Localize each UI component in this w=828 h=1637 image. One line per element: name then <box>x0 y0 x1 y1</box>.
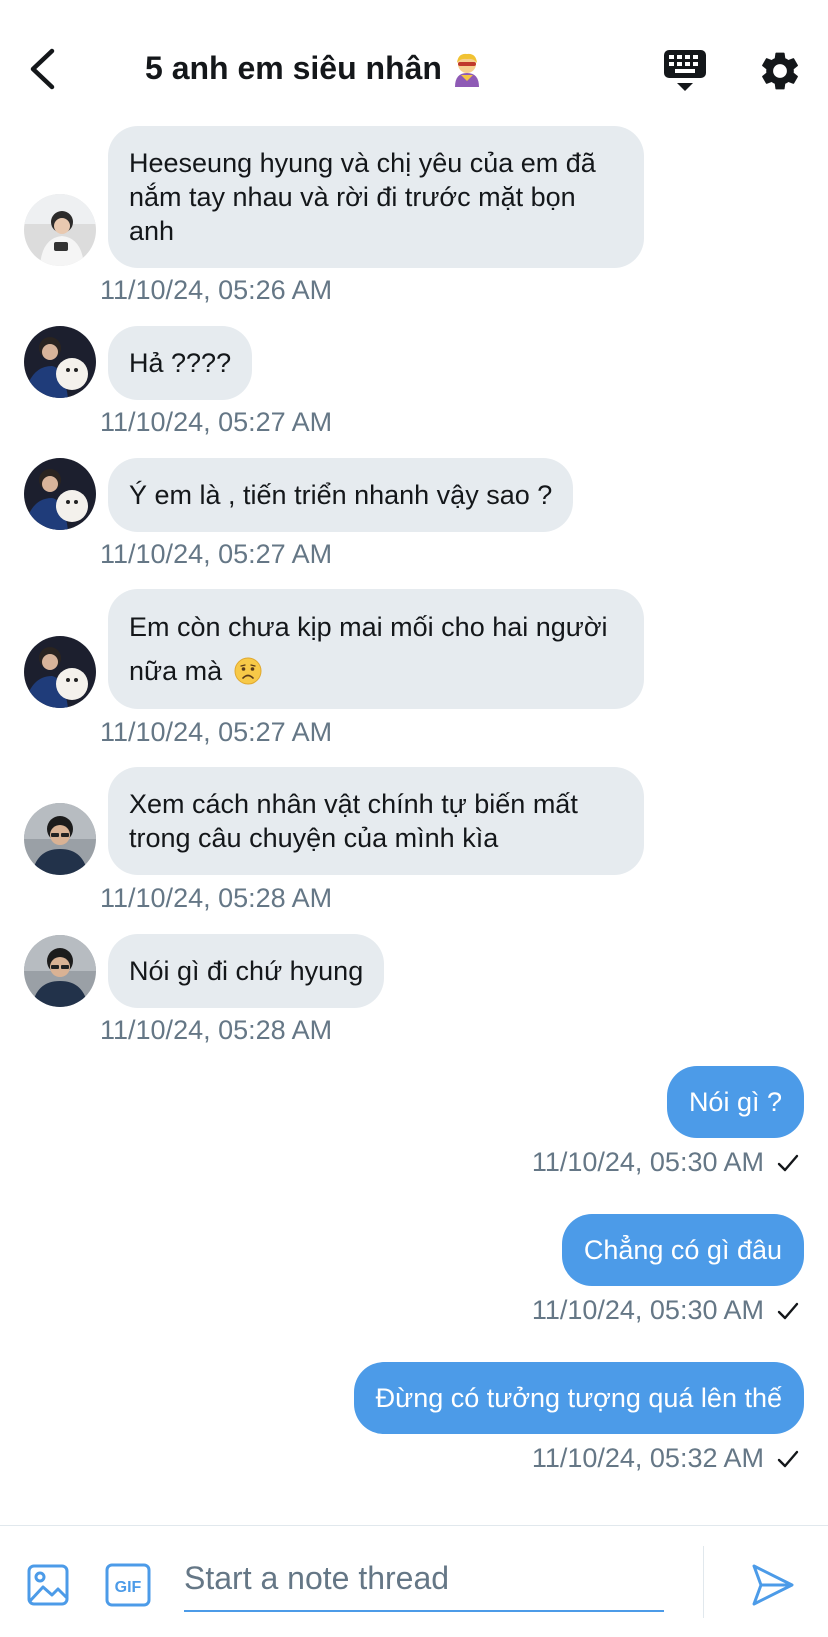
message-bubble[interactable]: Xem cách nhân vật chính tự biến mất tron… <box>108 767 644 875</box>
message-bubble[interactable]: Ý em là , tiến triển nhanh vậy sao ? <box>108 458 574 532</box>
composer-divider <box>703 1546 704 1618</box>
message-bubble-outgoing[interactable]: Chẳng có gì đâu <box>561 1214 804 1286</box>
message-timestamp: 11/10/24, 05:27 AM <box>100 407 333 437</box>
message-bubble[interactable]: Hả ???? <box>108 326 253 400</box>
avatar-2-image <box>24 458 96 530</box>
keyboard-hide-icon <box>664 50 706 91</box>
message-timestamp: 11/10/24, 05:30 AM <box>531 1147 764 1177</box>
avatar-2[interactable] <box>24 458 96 530</box>
message-timestamp: 11/10/24, 05:26 AM <box>100 275 333 305</box>
message-timestamp: 11/10/24, 05:28 AM <box>100 883 333 913</box>
message-timestamp: 11/10/24, 05:30 AM <box>531 1295 764 1325</box>
back-button[interactable] <box>24 46 64 92</box>
message-timestamp: 11/10/24, 05:27 AM <box>100 539 333 569</box>
gif-button[interactable]: GIF <box>105 1563 151 1607</box>
image-icon <box>27 1564 69 1606</box>
checkmark-icon <box>777 1302 799 1319</box>
avatar-3-image <box>24 803 96 875</box>
chevron-left-icon <box>30 48 55 90</box>
send-icon <box>752 1564 794 1606</box>
avatar-3[interactable] <box>24 803 96 875</box>
note-thread-input[interactable] <box>184 1546 664 1612</box>
message-bubble[interactable]: Heeseung hyung và chị yêu của em đã nắm … <box>108 126 644 268</box>
message-bubble[interactable]: Nói gì đi chứ hyung <box>108 934 385 1008</box>
conversation-title-text: 5 anh em siêu nhân <box>145 50 442 86</box>
avatar-3[interactable] <box>24 935 96 1007</box>
message-bubble-outgoing[interactable]: Đừng có tưởng tượng quá lên thế <box>353 1362 804 1434</box>
checkmark-icon <box>777 1154 799 1171</box>
message-bubble[interactable]: Em còn chưa kịp mai mối cho hai người nữ… <box>108 589 644 709</box>
avatar-2[interactable] <box>24 636 96 708</box>
superhero-emoji-icon <box>454 53 479 87</box>
keyboard-toggle-button[interactable] <box>660 48 710 94</box>
worried-face-emoji-icon <box>234 657 262 685</box>
settings-button[interactable] <box>757 48 803 94</box>
message-bubble-outgoing[interactable]: Nói gì ? <box>666 1066 804 1138</box>
checkmark-icon <box>777 1450 799 1467</box>
message-timestamp-row: 11/10/24, 05:32 AM <box>532 1443 800 1474</box>
chat-header: 5 anh em siêu nhân <box>0 0 828 118</box>
gear-icon <box>762 52 798 90</box>
gif-icon: GIF <box>105 1563 151 1607</box>
message-text: Em còn chưa kịp mai mối cho hai người nữ… <box>129 612 608 686</box>
avatar-3-image <box>24 935 96 1007</box>
conversation-title: 5 anh em siêu nhân <box>145 50 484 87</box>
add-media-button[interactable] <box>26 1563 70 1607</box>
message-timestamp: 11/10/24, 05:32 AM <box>531 1443 764 1473</box>
avatar-2-image <box>24 636 96 708</box>
avatar-1-image <box>24 194 96 266</box>
send-button[interactable] <box>750 1562 796 1608</box>
message-timestamp: 11/10/24, 05:27 AM <box>100 717 333 747</box>
avatar-2[interactable] <box>24 326 96 398</box>
message-timestamp-row: 11/10/24, 05:30 AM <box>532 1295 800 1326</box>
composer-bar: GIF <box>0 1525 828 1637</box>
gif-label: GIF <box>115 1579 142 1596</box>
message-timestamp: 11/10/24, 05:28 AM <box>100 1015 333 1045</box>
message-timestamp-row: 11/10/24, 05:30 AM <box>532 1147 800 1178</box>
avatar-1[interactable] <box>24 194 96 266</box>
avatar-2-image <box>24 326 96 398</box>
